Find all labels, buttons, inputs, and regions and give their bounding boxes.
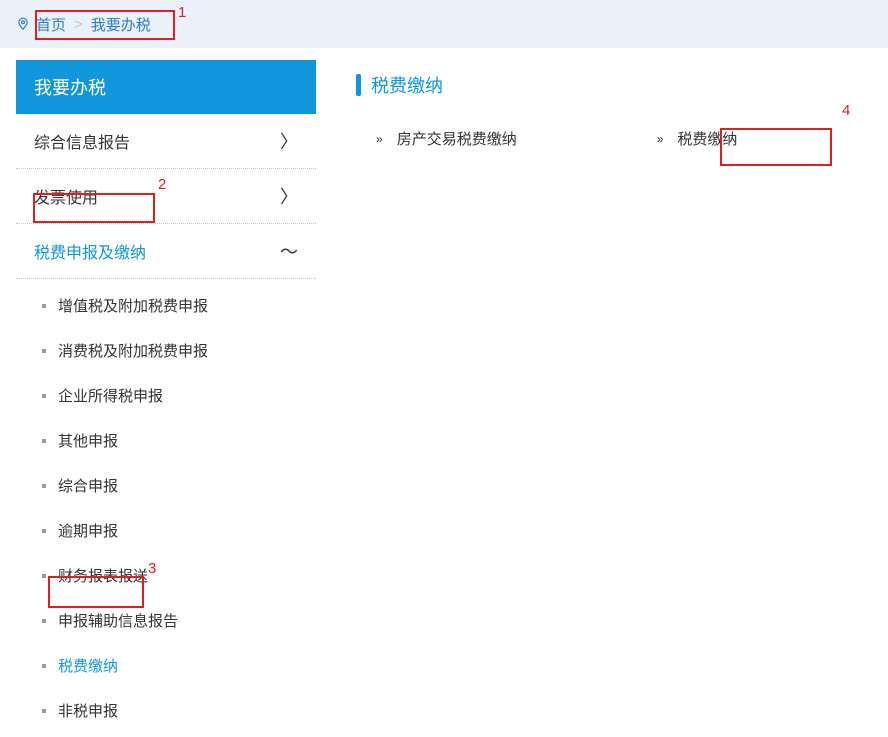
submenu: 增值税及附加税费申报 消费税及附加税费申报 企业所得税申报 其他申报 综合申报 …: [16, 279, 316, 737]
content-area: 税费缴纳 » 房产交易税费缴纳 » 税费缴纳: [356, 60, 872, 737]
sidebar-header: 我要办税: [16, 60, 316, 114]
menu-item-label: 综合信息报告: [34, 129, 130, 153]
menu-item-label: 发票使用: [34, 184, 98, 208]
sub-item[interactable]: 财务报表报送: [16, 553, 316, 598]
sub-item-shuifeijiaona[interactable]: 税费缴纳: [16, 643, 316, 688]
section-title-text: 税费缴纳: [371, 72, 443, 98]
menu-item-label: 税费申报及缴纳: [34, 239, 146, 263]
link-fangchanjiaoyi[interactable]: » 房产交易税费缴纳: [376, 128, 517, 149]
sub-item[interactable]: 综合申报: [16, 463, 316, 508]
menu-item-fapiao[interactable]: 发票使用 〉: [16, 169, 316, 224]
arrow-right-icon: »: [376, 132, 383, 146]
arrow-right-icon: »: [657, 132, 664, 146]
title-bar-icon: [356, 74, 361, 96]
breadcrumb-current[interactable]: 我要办税: [91, 14, 151, 35]
sub-item[interactable]: 非税申报: [16, 688, 316, 733]
section-title: 税费缴纳: [356, 72, 872, 98]
breadcrumb-sep: >: [74, 16, 83, 33]
sub-item[interactable]: 消费税及附加税费申报: [16, 328, 316, 373]
sub-item[interactable]: 申报辅助信息报告: [16, 598, 316, 643]
link-shuifeijiaona[interactable]: » 税费缴纳: [657, 128, 738, 149]
sidebar: 我要办税 综合信息报告 〉 发票使用 〉 税费申报及缴纳 〜 增值税及附加税费申…: [16, 60, 316, 737]
sub-item[interactable]: 其他申报: [16, 418, 316, 463]
link-label: 税费缴纳: [677, 128, 737, 149]
breadcrumb: 首页 > 我要办税: [0, 0, 888, 48]
sub-item[interactable]: 增值税及附加税费申报: [16, 283, 316, 328]
link-label: 房产交易税费缴纳: [397, 128, 517, 149]
chevron-right-icon: 〉: [280, 128, 298, 154]
sub-item[interactable]: 逾期申报: [16, 508, 316, 553]
location-icon: [16, 17, 30, 31]
chevron-right-icon: 〉: [280, 183, 298, 209]
breadcrumb-home[interactable]: 首页: [36, 14, 66, 35]
sub-item[interactable]: 企业所得税申报: [16, 373, 316, 418]
chevron-down-icon: 〜: [280, 238, 298, 264]
menu-item-zonghexinxi[interactable]: 综合信息报告 〉: [16, 114, 316, 169]
menu-item-shuifeishenbao[interactable]: 税费申报及缴纳 〜: [16, 224, 316, 279]
